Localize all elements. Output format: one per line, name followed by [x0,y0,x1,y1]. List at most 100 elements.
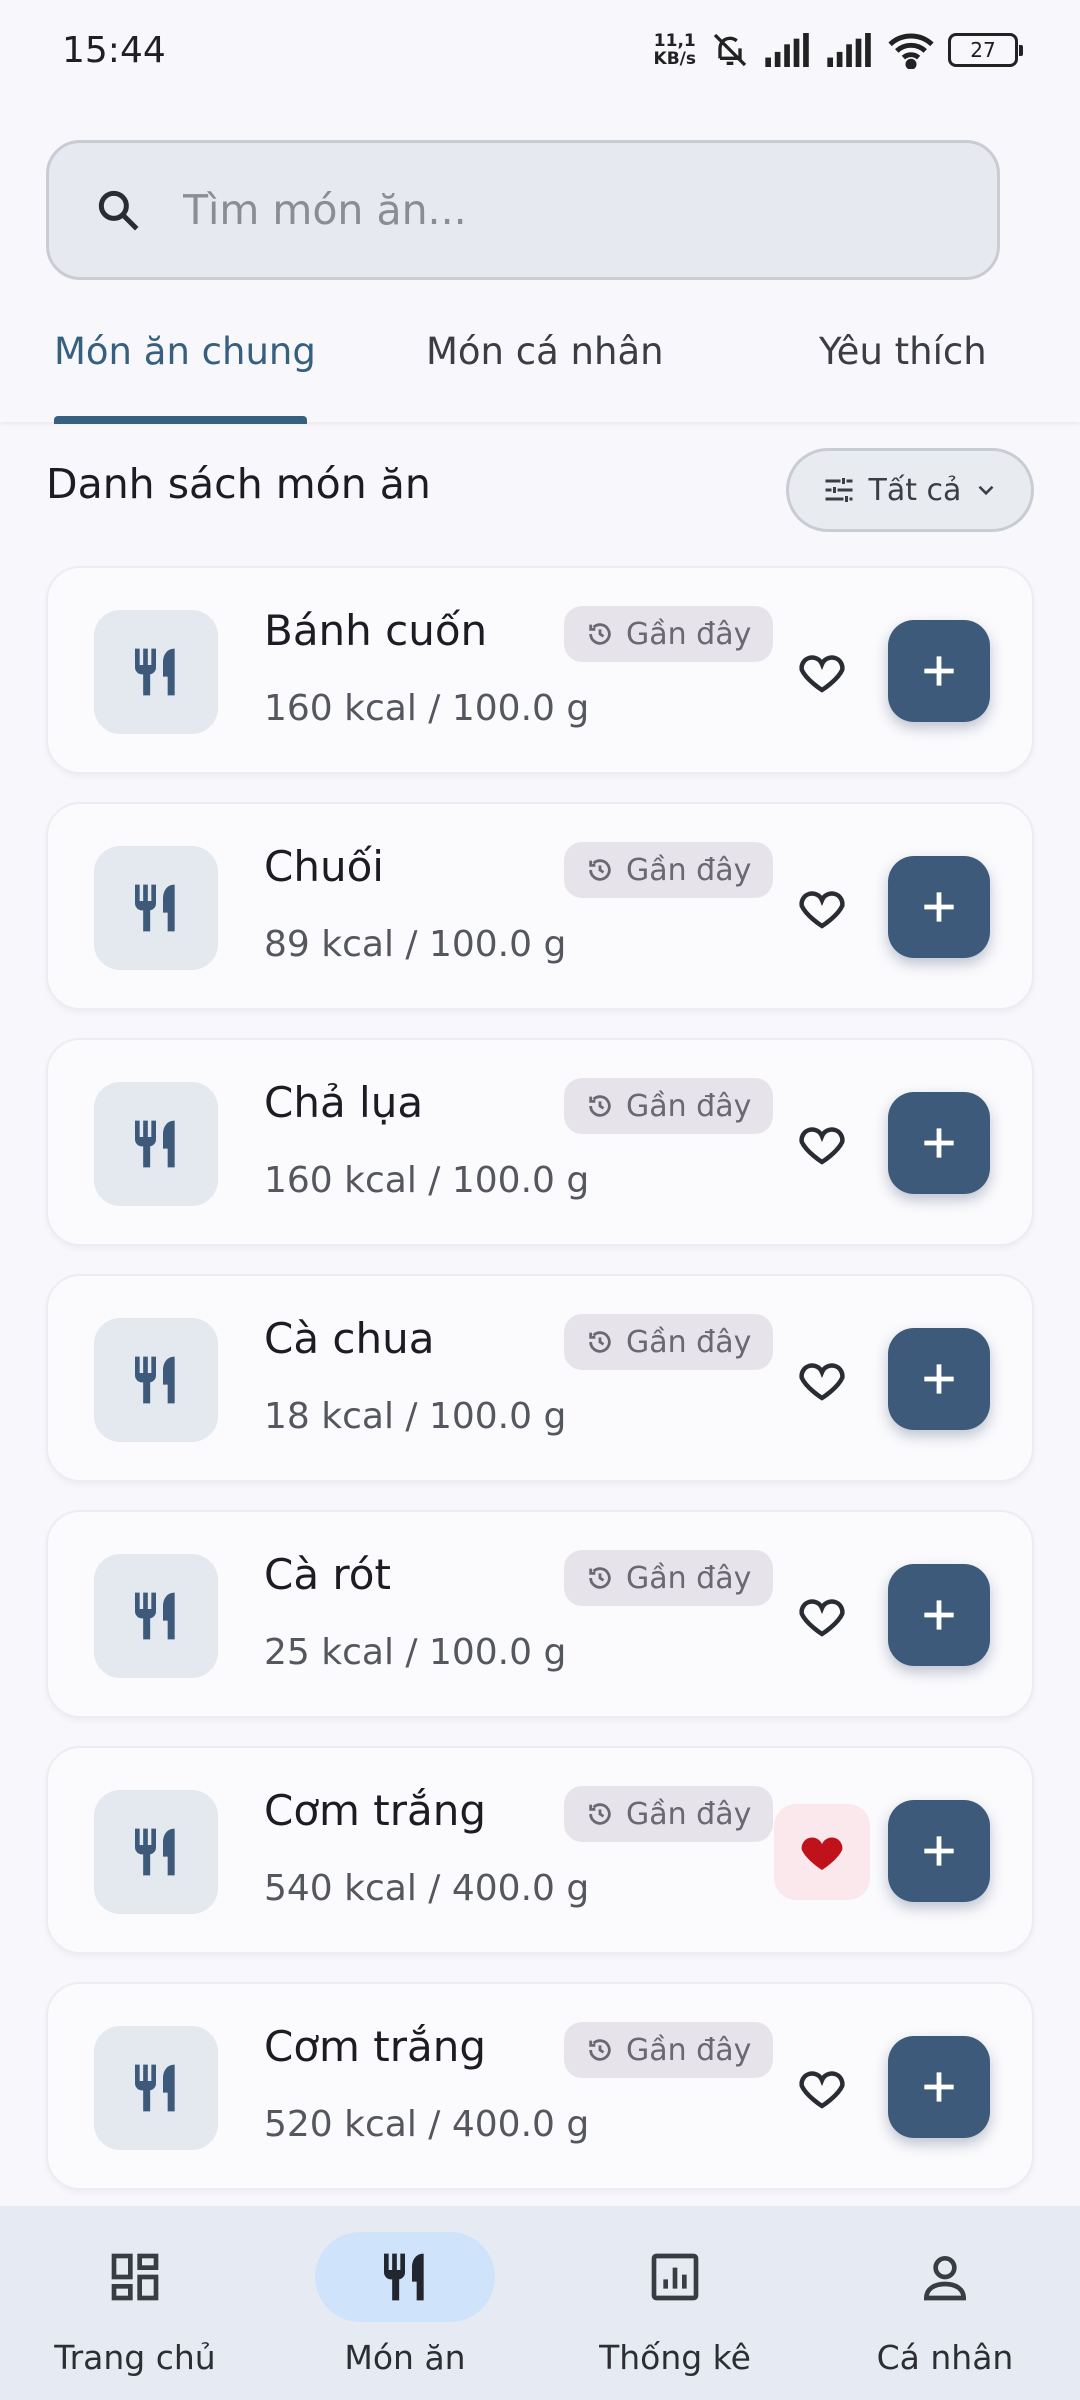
recent-badge: Gần đây [564,1314,774,1370]
heart-outline-icon [799,1599,845,1637]
food-name: Cà chua [264,1314,435,1363]
recent-badge: Gần đây [564,1786,774,1842]
food-name: Cơm trắng [264,2022,487,2071]
food-thumbnail [94,1554,218,1678]
heart-outline-icon [799,891,845,929]
tab-general-foods[interactable]: Món ăn chung [54,330,316,373]
favorite-button[interactable] [774,624,870,720]
history-icon [589,2039,611,2061]
food-card[interactable]: Cơm trắng 540 kcal / 400.0 g Gần đây [46,1746,1034,1954]
favorite-button[interactable] [774,1568,870,1664]
recent-badge-label: Gần đây [626,1324,752,1360]
status-bar: 15:44 11,1 KB/s 27 [0,0,1080,100]
dashboard-icon [111,2253,159,2301]
recent-badge: Gần đây [564,606,774,662]
history-icon [589,1095,611,1117]
battery-indicator: 27 [948,33,1023,67]
recent-badge-label: Gần đây [626,616,752,652]
heart-outline-icon [799,1363,845,1401]
food-card[interactable]: Chuối 89 kcal / 100.0 g Gần đây [46,802,1034,1010]
status-icons: 11,1 KB/s 27 [653,30,1023,70]
utensils-icon [134,1356,175,1404]
plus-icon [924,1600,954,1630]
recent-badge-label: Gần đây [626,2032,752,2068]
plus-icon [924,1836,954,1866]
utensils-icon [134,1120,175,1168]
add-food-button[interactable] [888,1564,990,1666]
recent-badge-label: Gần đây [626,1796,752,1832]
history-icon [589,1331,611,1353]
food-card[interactable]: Cà chua 18 kcal / 100.0 g Gần đây [46,1274,1034,1482]
nav-stats-label: Thống kê [599,2338,751,2377]
plus-icon [924,2072,954,2102]
recent-badge: Gần đây [564,2022,774,2078]
search-icon [98,190,139,231]
recent-badge-label: Gần đây [626,1560,752,1596]
search-input[interactable] [183,186,963,234]
tune-icon [825,478,853,502]
filter-button[interactable]: Tất cả [786,448,1034,532]
food-thumbnail [94,1790,218,1914]
nav-foods-pill [315,2232,495,2322]
tab-personal-foods[interactable]: Món cá nhân [426,330,664,373]
bottom-navigation: Trang chủ Món ăn Thống kê Cá nhân [0,2206,1080,2400]
recent-badge: Gần đây [564,1550,774,1606]
recent-badge: Gần đây [564,1078,774,1134]
utensils-icon [134,1828,175,1876]
favorite-button[interactable] [774,2040,870,2136]
signal-icon [827,33,871,67]
recent-badge-label: Gần đây [626,1088,752,1124]
favorite-button[interactable] [774,1332,870,1428]
food-calories: 540 kcal / 400.0 g [264,1868,590,1909]
food-name: Cơm trắng [264,1786,487,1835]
filter-label: Tất cả [868,472,962,508]
food-card[interactable]: Bánh cuốn 160 kcal / 100.0 g Gần đây [46,566,1034,774]
recent-badge-label: Gần đây [626,852,752,888]
nav-stats[interactable]: Thống kê [540,2206,810,2400]
wifi-icon [888,33,934,69]
favorite-button[interactable] [774,1804,870,1900]
food-card[interactable]: Cà rót 25 kcal / 100.0 g Gần đây [46,1510,1034,1718]
favorite-button[interactable] [774,860,870,956]
network-speed-unit: KB/s [653,49,696,69]
heart-outline-icon [799,2071,845,2109]
nav-home[interactable]: Trang chủ [0,2206,270,2400]
heart-outline-icon [799,655,845,693]
person-icon [923,2256,967,2301]
nav-foods[interactable]: Món ăn [270,2206,540,2400]
add-food-button[interactable] [888,620,990,722]
food-calories: 18 kcal / 100.0 g [264,1396,567,1437]
recent-badge: Gần đây [564,842,774,898]
nav-profile[interactable]: Cá nhân [810,2206,1080,2400]
search-bar[interactable] [46,140,1000,280]
network-speed-value: 11,1 [653,31,696,51]
plus-icon [924,656,954,686]
nav-profile-label: Cá nhân [876,2338,1014,2377]
tab-favorites[interactable]: Yêu thích [819,330,987,373]
food-thumbnail [94,610,218,734]
add-food-button[interactable] [888,1800,990,1902]
food-thumbnail [94,1318,218,1442]
food-card[interactable]: Chả lụa 160 kcal / 100.0 g Gần đây [46,1038,1034,1246]
add-food-button[interactable] [888,1092,990,1194]
history-icon [589,623,611,645]
nav-stats-pill [585,2232,765,2322]
food-name: Bánh cuốn [264,606,488,655]
utensils-icon [134,884,175,932]
add-food-button[interactable] [888,1328,990,1430]
add-food-button[interactable] [888,856,990,958]
food-name: Chả lụa [264,1078,424,1127]
plus-icon [924,892,954,922]
heart-filled-icon [801,1837,843,1870]
utensils-icon [134,1592,175,1640]
food-card[interactable]: Cơm trắng 520 kcal / 400.0 g Gần đây [46,1982,1034,2190]
tab-bar: Món ăn chung Món cá nhân Yêu thích [0,290,1080,424]
nav-profile-pill [855,2232,1035,2322]
chevron-down-icon [979,485,994,496]
add-food-button[interactable] [888,2036,990,2138]
history-icon [589,859,611,881]
favorite-button[interactable] [774,1096,870,1192]
plus-icon [924,1364,954,1394]
food-thumbnail [94,1082,218,1206]
section-title: Danh sách món ăn [46,460,431,508]
